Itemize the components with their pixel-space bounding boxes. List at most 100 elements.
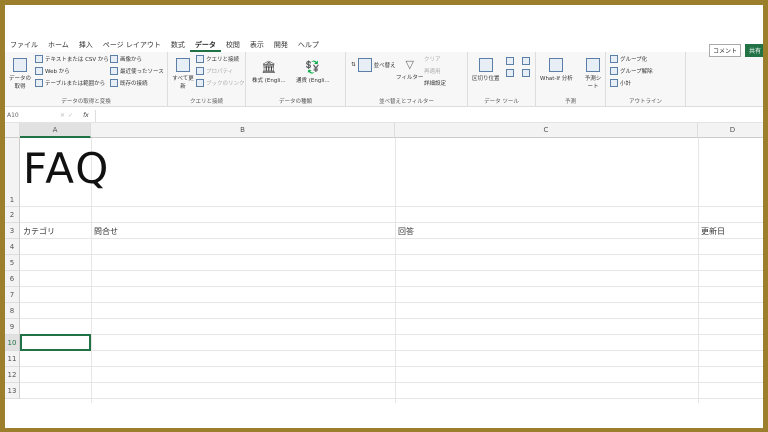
flash-fill-icon[interactable] bbox=[506, 57, 514, 65]
tab-page-layout[interactable]: ページ レイアウト bbox=[98, 38, 166, 52]
select-all-corner[interactable] bbox=[5, 123, 20, 138]
row-header-7[interactable]: 7 bbox=[5, 287, 20, 303]
group-forecast: What-If 分析 予測シート 予測 bbox=[536, 52, 606, 107]
sort-dialog-icon bbox=[357, 58, 372, 72]
formula-bar: A10 ✕ ✓ fx bbox=[5, 109, 763, 123]
bank-icon: 🏛 bbox=[261, 60, 277, 74]
existing-connections-button[interactable]: 既存の接続 bbox=[110, 79, 148, 87]
cell-D3[interactable]: 更新日 bbox=[701, 226, 725, 237]
link-icon bbox=[196, 79, 204, 87]
subtotal-button[interactable]: 小計 bbox=[610, 79, 631, 87]
cancel-icon[interactable]: ✕ bbox=[60, 112, 65, 119]
from-picture-button[interactable]: 画像から bbox=[110, 55, 142, 63]
relationships-icon[interactable] bbox=[522, 69, 530, 77]
group-button[interactable]: グループ化 bbox=[610, 55, 647, 63]
queries-connections-button[interactable]: クエリと接続 bbox=[196, 55, 239, 63]
row-header-13[interactable]: 13 bbox=[5, 383, 20, 399]
picture-icon bbox=[110, 55, 118, 63]
cell-B3[interactable]: 問合せ bbox=[94, 226, 118, 237]
share-button[interactable]: 共有 bbox=[744, 44, 763, 57]
workbook-links-button[interactable]: ブックのリンク bbox=[196, 79, 245, 87]
row-header-11[interactable]: 11 bbox=[5, 351, 20, 367]
cell-C3[interactable]: 回答 bbox=[398, 226, 414, 237]
web-icon bbox=[35, 67, 43, 75]
group-label: 並べ替えとフィルター bbox=[379, 99, 434, 105]
recent-sources-button[interactable]: 最近使ったソース bbox=[110, 67, 164, 75]
row-header-10[interactable]: 10 bbox=[5, 335, 20, 351]
table-icon bbox=[35, 79, 43, 87]
refresh-all-button[interactable]: すべて更新 bbox=[172, 58, 194, 90]
group-icon bbox=[610, 55, 618, 63]
row-gridline bbox=[20, 366, 763, 367]
row-gridline bbox=[20, 222, 763, 223]
row-header-3[interactable]: 3 bbox=[5, 223, 20, 239]
tab-file[interactable]: ファイル bbox=[5, 38, 43, 52]
tab-data[interactable]: データ bbox=[189, 38, 221, 52]
selected-cell[interactable] bbox=[20, 334, 91, 351]
what-if-button[interactable]: What-If 分析 bbox=[540, 58, 573, 82]
get-data-button[interactable]: データの取得 bbox=[9, 58, 31, 90]
query-icon bbox=[196, 55, 204, 63]
row-header-4[interactable]: 4 bbox=[5, 239, 20, 255]
row-header-9[interactable]: 9 bbox=[5, 319, 20, 335]
column-header-D[interactable]: D bbox=[698, 123, 763, 138]
tab-formulas[interactable]: 数式 bbox=[166, 38, 190, 52]
worksheet-grid[interactable]: A B C D 1 2 3 4 5 6 7 8 9 10 11 12 13 FAQ カテゴリ 問合せ 回答 更新日 bbox=[5, 123, 763, 403]
row-header-2[interactable]: 2 bbox=[5, 207, 20, 223]
row-header-6[interactable]: 6 bbox=[5, 271, 20, 287]
tab-home[interactable]: ホーム bbox=[43, 38, 74, 52]
sort-button[interactable]: ⇅ 並べ替え bbox=[351, 58, 396, 72]
currency-icon: 💱 bbox=[305, 60, 321, 74]
group-label: データの種類 bbox=[278, 99, 312, 105]
tab-insert[interactable]: 挿入 bbox=[74, 38, 98, 52]
from-table-button[interactable]: テーブルまたは範囲から bbox=[35, 79, 105, 87]
from-csv-button[interactable]: テキストまたは CSV から bbox=[35, 55, 109, 63]
tab-review[interactable]: 校閲 bbox=[221, 38, 245, 52]
tab-developer[interactable]: 開発 bbox=[269, 38, 293, 52]
column-header-A[interactable]: A bbox=[20, 123, 91, 138]
stocks-button[interactable]: 🏛 株式 (Engli... bbox=[252, 60, 286, 84]
group-data-tools: 区切り位置 データ ツール bbox=[468, 52, 536, 107]
insert-function-button[interactable]: fx bbox=[83, 112, 89, 119]
text-to-columns-button[interactable]: 区切り位置 bbox=[472, 58, 500, 82]
name-box[interactable]: A10 bbox=[5, 112, 60, 119]
row-header-1[interactable]: 1 bbox=[5, 138, 20, 207]
group-queries: すべて更新 クエリと接続 プロパティ ブックのリンク クエリと接続 bbox=[168, 52, 246, 107]
row-header-5[interactable]: 5 bbox=[5, 255, 20, 271]
row-gridline bbox=[20, 302, 763, 303]
tab-view[interactable]: 表示 bbox=[245, 38, 269, 52]
tab-help[interactable]: ヘルプ bbox=[293, 38, 324, 52]
group-label: データ ツール bbox=[484, 99, 519, 105]
advanced-button[interactable]: 詳細設定 bbox=[424, 79, 446, 87]
row-header-12[interactable]: 12 bbox=[5, 367, 20, 383]
clear-button[interactable]: クリア bbox=[424, 55, 441, 63]
row-header-8[interactable]: 8 bbox=[5, 303, 20, 319]
comment-button[interactable]: コメント bbox=[708, 44, 741, 57]
filter-button[interactable]: ▽ フィルター bbox=[396, 58, 423, 81]
remove-duplicates-icon[interactable] bbox=[506, 69, 514, 77]
ungroup-icon bbox=[610, 67, 618, 75]
group-outline: グループ化 グループ解除 小計 アウトライン bbox=[606, 52, 686, 107]
cell-A3[interactable]: カテゴリ bbox=[23, 226, 55, 237]
group-label: アウトライン bbox=[628, 99, 662, 105]
row-gridline bbox=[20, 334, 763, 335]
recent-icon bbox=[110, 67, 118, 75]
column-header-B[interactable]: B bbox=[91, 123, 395, 138]
consolidate-icon[interactable] bbox=[522, 57, 530, 65]
cell-A1[interactable]: FAQ bbox=[23, 144, 110, 193]
split-icon bbox=[478, 58, 493, 72]
enter-icon[interactable]: ✓ bbox=[68, 112, 73, 119]
subtotal-icon bbox=[610, 79, 618, 87]
column-header-C[interactable]: C bbox=[395, 123, 698, 138]
properties-icon bbox=[196, 67, 204, 75]
what-if-icon bbox=[549, 58, 564, 72]
from-web-button[interactable]: Web から bbox=[35, 67, 70, 75]
ungroup-button[interactable]: グループ解除 bbox=[610, 67, 653, 75]
currencies-button[interactable]: 💱 通貨 (Engli... bbox=[296, 60, 330, 84]
forecast-sheet-button[interactable]: 予測シート bbox=[584, 58, 602, 90]
text-file-icon bbox=[35, 55, 43, 63]
properties-button[interactable]: プロパティ bbox=[196, 67, 233, 75]
formula-input[interactable] bbox=[94, 109, 763, 122]
reapply-button[interactable]: 再適用 bbox=[424, 67, 441, 75]
group-label: データの取得と変換 bbox=[61, 99, 111, 105]
